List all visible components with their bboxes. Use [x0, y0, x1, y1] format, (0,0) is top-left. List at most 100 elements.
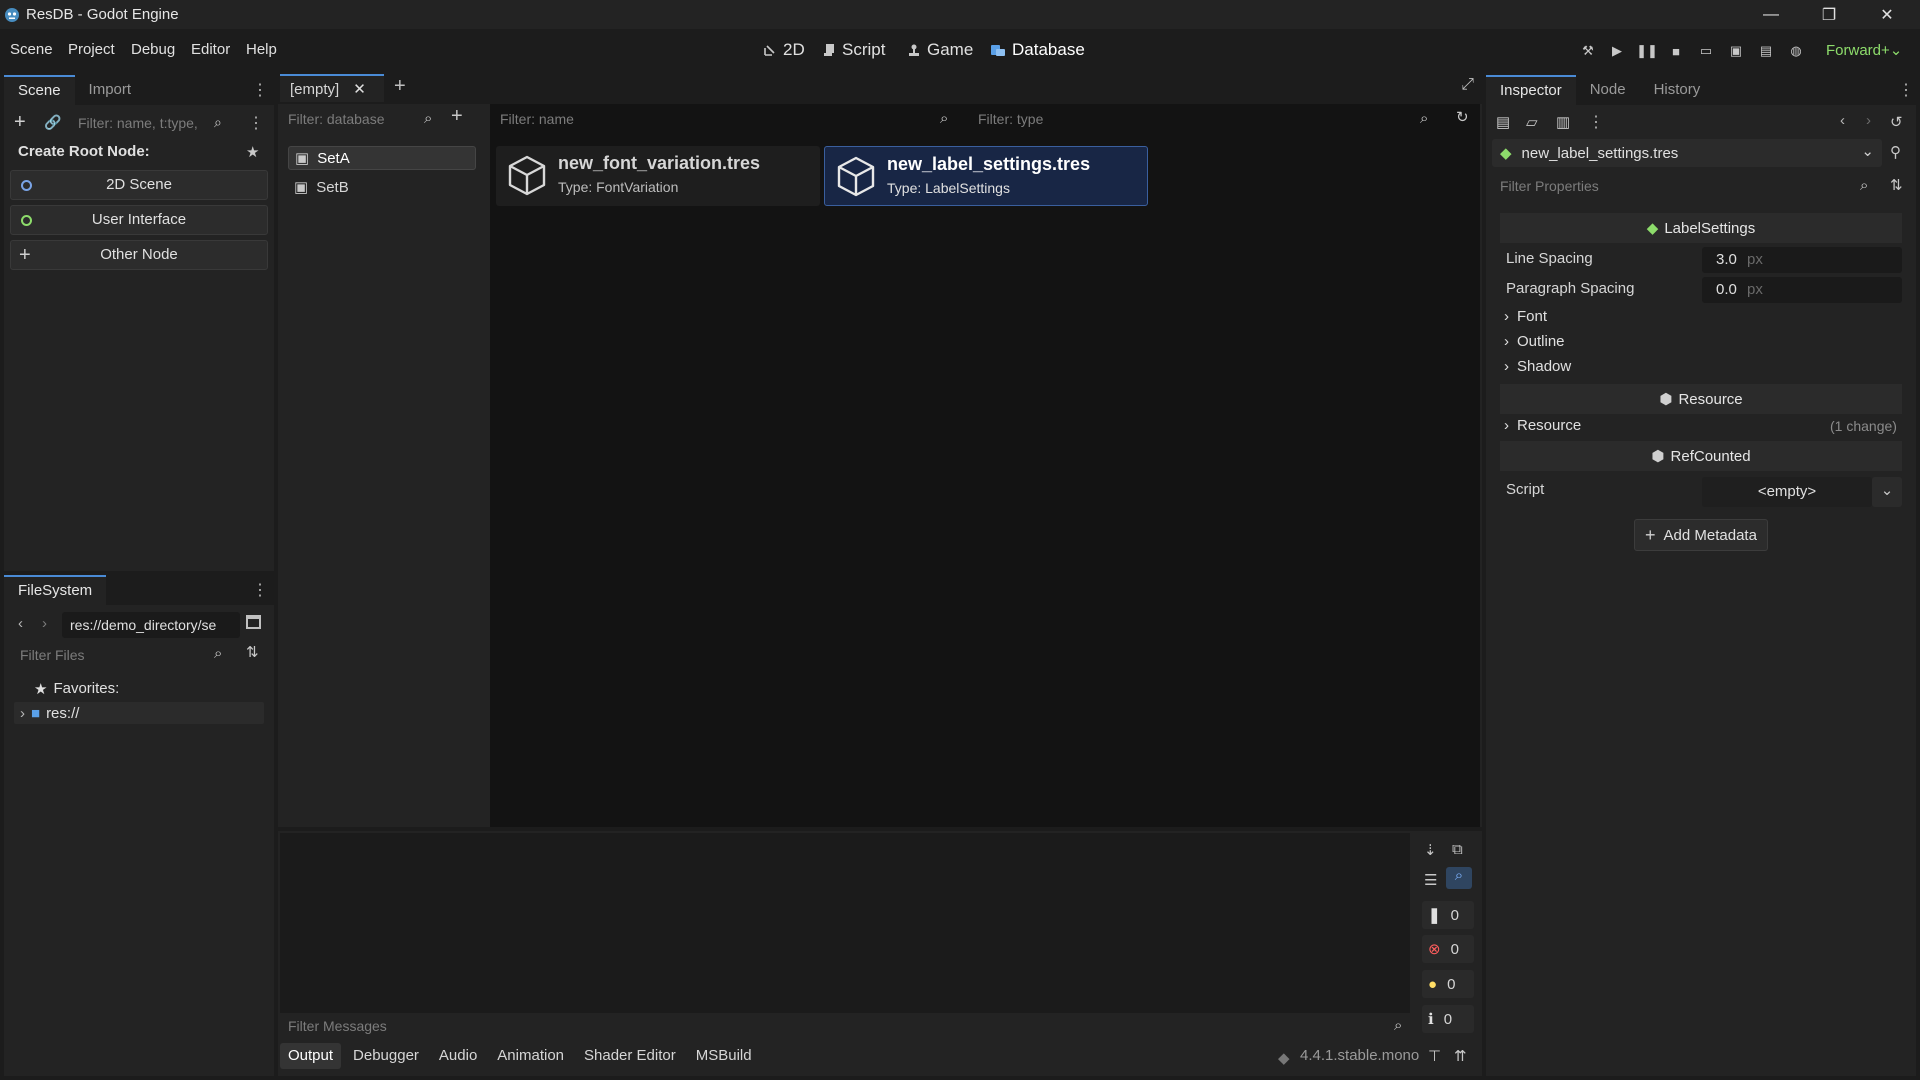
refresh-icon[interactable]: ↻ [1456, 108, 1469, 126]
message-filter-button[interactable]: ❚ 0 [1422, 901, 1474, 929]
warning-filter-button[interactable]: ● 0 [1422, 970, 1474, 998]
workspace-2d-tab[interactable]: 2D [763, 40, 805, 60]
script-field[interactable]: <empty> [1702, 477, 1872, 507]
movie-maker-icon[interactable]: ◍ [1786, 41, 1806, 61]
resource-selector[interactable]: ◆ new_label_settings.tres ⌄ [1492, 139, 1882, 167]
add-set-icon[interactable]: + [451, 105, 463, 128]
menu-debug[interactable]: Debug [131, 41, 175, 58]
set-item[interactable]: ▣ SetB [288, 175, 476, 199]
sort-properties-icon[interactable]: ⇅ [1890, 176, 1903, 194]
history-forward-icon[interactable]: › [1866, 112, 1871, 129]
resource-options-icon[interactable]: ⋮ [1588, 112, 1604, 132]
scene-tab-label: [empty] [290, 80, 340, 98]
res-root-row[interactable]: › ■ res:// [14, 702, 264, 724]
tab-history[interactable]: History [1640, 75, 1715, 105]
close-window-button[interactable]: ✕ [1858, 0, 1916, 29]
new-resource-icon[interactable]: ▤ [1496, 113, 1510, 131]
tab-output[interactable]: Output [280, 1043, 342, 1069]
group-outline[interactable]: › Outline [1504, 333, 1565, 350]
info-filter-button[interactable]: ℹ 0 [1422, 1005, 1474, 1033]
menu-scene[interactable]: Scene [10, 41, 53, 58]
tab-animation[interactable]: Animation [489, 1043, 572, 1069]
play-scene-icon[interactable]: ▣ [1726, 41, 1746, 61]
workspace-database-tab[interactable]: Database [990, 40, 1085, 60]
info-count: 0 [1443, 1010, 1453, 1028]
add-node-icon[interactable]: + [14, 111, 26, 134]
collapse-icon[interactable]: ☰ [1424, 871, 1437, 889]
line-spacing-field[interactable]: 3.0 px [1702, 247, 1902, 273]
search-toggle-icon[interactable]: ⌕ [1446, 867, 1472, 889]
new-scene-tab-icon[interactable]: + [394, 75, 406, 98]
other-node-button[interactable]: + Other Node [10, 240, 268, 270]
pin-icon[interactable]: ⇣ [1424, 841, 1437, 859]
maximize-button[interactable]: ❐ [1800, 0, 1858, 29]
workspace-script-tab[interactable]: Script [823, 40, 885, 60]
kebab-menu-icon[interactable]: ⋮ [1898, 80, 1914, 100]
menu-editor[interactable]: Editor [191, 41, 230, 58]
play-icon[interactable]: ▶ [1607, 41, 1627, 61]
menu-help[interactable]: Help [246, 41, 277, 58]
favorite-star-icon[interactable]: ★ [246, 143, 259, 161]
build-icon[interactable]: ⚒ [1578, 41, 1598, 61]
sort-icon[interactable]: ⇅ [246, 643, 259, 661]
object-history-icon[interactable]: ↺ [1890, 113, 1903, 131]
stop-icon[interactable]: ■ [1666, 41, 1686, 61]
group-resource[interactable]: › Resource [1504, 417, 1581, 434]
close-tab-icon[interactable]: ✕ [353, 80, 366, 98]
history-back-icon[interactable]: ‹ [1840, 112, 1845, 129]
tab-debugger[interactable]: Debugger [345, 1043, 427, 1069]
filter-messages-input[interactable]: Filter Messages [280, 1013, 1410, 1039]
script-dropdown-button[interactable]: ⌄ [1872, 477, 1902, 507]
favorites-row[interactable]: ★ Favorites: [34, 680, 119, 698]
tab-audio[interactable]: Audio [431, 1043, 485, 1069]
kebab-menu-icon[interactable]: ⋮ [252, 80, 268, 100]
copy-icon[interactable]: ⧉ [1452, 841, 1463, 858]
database-filter-input[interactable]: Filter: database [280, 106, 420, 132]
error-filter-button[interactable]: ⊗ 0 [1422, 935, 1474, 963]
minimize-button[interactable]: — [1742, 0, 1800, 29]
pin-property-icon[interactable]: ⚲ [1890, 143, 1901, 161]
set-item[interactable]: ▣ SetA [288, 146, 476, 170]
split-mode-icon[interactable] [246, 615, 261, 629]
play-custom-scene-icon[interactable]: ▤ [1756, 41, 1776, 61]
forward-icon[interactable]: › [42, 615, 47, 632]
back-icon[interactable]: ‹ [18, 615, 23, 632]
open-resource-icon[interactable]: ▱ [1526, 113, 1538, 131]
pause-icon[interactable]: ❚❚ [1636, 41, 1658, 61]
add-metadata-button[interactable]: + Add Metadata [1634, 519, 1768, 551]
tab-inspector[interactable]: Inspector [1486, 75, 1576, 105]
workspace-game-tab[interactable]: Game [907, 40, 973, 60]
kebab-menu-icon[interactable]: ⋮ [252, 580, 268, 600]
resource-card[interactable]: new_font_variation.tres Type: FontVariat… [496, 146, 820, 206]
search-icon: ⌕ [214, 645, 223, 662]
distraction-free-icon[interactable]: ⤢ [1461, 76, 1474, 94]
paragraph-spacing-field[interactable]: 0.0 px [1702, 277, 1902, 303]
2d-scene-button[interactable]: 2D Scene [10, 170, 268, 200]
group-font[interactable]: › Font [1504, 308, 1547, 325]
renderer-select[interactable]: Forward+⌄ [1826, 41, 1902, 59]
remote-debug-icon[interactable]: ▭ [1696, 41, 1716, 61]
output-log[interactable] [280, 833, 1410, 1013]
version-icon: ◆ [1278, 1050, 1290, 1067]
scene-options-icon[interactable]: ⋮ [248, 113, 264, 133]
tab-msbuild[interactable]: MSBuild [688, 1043, 760, 1069]
tab-shader-editor[interactable]: Shader Editor [576, 1043, 684, 1069]
filter-properties-input[interactable]: Filter Properties [1492, 173, 1882, 199]
scene-tab-empty[interactable]: [empty] ✕ [280, 74, 384, 102]
tab-filesystem[interactable]: FileSystem [4, 575, 107, 605]
tab-import[interactable]: Import [75, 75, 146, 105]
link-icon[interactable]: 🔗 [44, 114, 61, 131]
resource-card-selected[interactable]: new_label_settings.tres Type: LabelSetti… [824, 146, 1148, 206]
tab-node[interactable]: Node [1576, 75, 1640, 105]
type-filter-input[interactable]: Filter: type [970, 106, 1440, 132]
expand-panel-icon[interactable]: ⇈ [1454, 1047, 1467, 1065]
filter-files-input[interactable]: Filter Files [12, 642, 240, 668]
tab-scene[interactable]: Scene [4, 75, 75, 105]
save-icon[interactable]: ▥ [1556, 113, 1570, 131]
name-filter-input[interactable]: Filter: name [492, 106, 958, 132]
user-interface-button[interactable]: User Interface [10, 205, 268, 235]
group-shadow[interactable]: › Shadow [1504, 358, 1571, 375]
menu-project[interactable]: Project [68, 41, 115, 58]
path-field[interactable]: res://demo_directory/se [62, 612, 240, 638]
pin-panel-icon[interactable]: ⊤ [1428, 1047, 1441, 1065]
